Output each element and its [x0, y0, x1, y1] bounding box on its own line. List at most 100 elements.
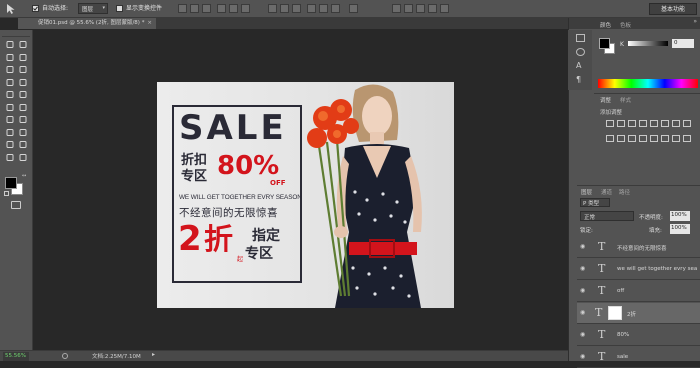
visibility-eye-icon[interactable]: ◉ [580, 265, 585, 272]
hue-sat-adjustment-icon[interactable] [661, 120, 669, 127]
visibility-eye-icon[interactable]: ◉ [580, 309, 585, 316]
distribute-top-icon[interactable] [268, 4, 277, 13]
healing-tool-icon[interactable] [5, 78, 15, 87]
swap-colors-icon[interactable]: ↔ [22, 173, 26, 179]
brightness-adjustment-icon[interactable] [606, 120, 614, 127]
align-top-icon[interactable] [178, 4, 187, 13]
auto-select-checkbox[interactable] [32, 5, 39, 12]
distribute-right-icon[interactable] [331, 4, 340, 13]
default-colors-icon[interactable] [4, 191, 9, 196]
threshold-adjustment-icon[interactable] [661, 135, 669, 142]
layer-mask-thumbnail[interactable] [608, 306, 622, 320]
black-white-adjustment-icon[interactable] [683, 120, 691, 127]
selective-color-adjustment-icon[interactable] [672, 135, 680, 142]
close-icon[interactable]: × [147, 18, 152, 29]
gradient-map-adjustment-icon[interactable] [683, 135, 691, 142]
posterize-adjustment-icon[interactable] [650, 135, 658, 142]
distribute-vcenter-icon[interactable] [280, 4, 289, 13]
eraser-tool-icon[interactable] [5, 103, 15, 112]
opacity-field[interactable]: 100% [670, 211, 690, 221]
status-menu-icon[interactable]: ▸ [152, 351, 155, 358]
align-right-icon[interactable] [241, 4, 250, 13]
eyedropper-tool-icon[interactable] [18, 65, 28, 74]
photo-filter-adjustment-icon[interactable] [606, 135, 614, 142]
layer-row[interactable]: ◉ T 80% [577, 325, 700, 346]
3d-roll-icon[interactable] [404, 4, 413, 13]
align-left-icon[interactable] [217, 4, 226, 13]
show-transform-checkbox[interactable] [116, 5, 123, 12]
paragraph-icon[interactable]: ¶ [576, 76, 581, 84]
document-canvas[interactable]: SALE 折扣 专区 80% OFF WE WILL GET TOGETHER … [157, 82, 454, 308]
type-tool-icon[interactable] [18, 128, 28, 137]
exposure-adjustment-icon[interactable] [639, 120, 647, 127]
visibility-eye-icon[interactable]: ◉ [580, 353, 585, 360]
lasso-tool-icon[interactable] [5, 53, 15, 62]
layer-row[interactable]: ◉ Tsale [577, 347, 700, 368]
document-tab[interactable]: 促销01.psd @ 55.6% (2折, 图层蒙版/8) * × [18, 18, 156, 29]
tab-channels[interactable]: 通道 [601, 188, 612, 196]
channel-mixer-adjustment-icon[interactable] [617, 135, 625, 142]
dodge-tool-icon[interactable] [18, 115, 28, 124]
k-slider[interactable] [628, 41, 668, 46]
visibility-eye-icon[interactable]: ◉ [580, 287, 585, 294]
3d-slide-icon[interactable] [428, 4, 437, 13]
rectangle-tool-icon[interactable] [18, 140, 28, 149]
character-icon[interactable]: A [576, 62, 581, 70]
quick-mask-icon[interactable] [11, 201, 21, 209]
tab-adjustments[interactable]: 调整 [600, 96, 611, 104]
color-lookup-adjustment-icon[interactable] [628, 135, 636, 142]
actions-icon[interactable] [576, 48, 585, 56]
3d-rotate-icon[interactable] [392, 4, 401, 13]
tab-swatches[interactable]: 色板 [620, 21, 631, 29]
align-hcenter-icon[interactable] [229, 4, 238, 13]
blur-tool-icon[interactable] [5, 115, 15, 124]
levels-adjustment-icon[interactable] [617, 120, 625, 127]
path-select-tool-icon[interactable] [5, 140, 15, 149]
color-balance-adjustment-icon[interactable] [672, 120, 680, 127]
layer-row[interactable]: ◉ Twe will get together evry sea... [577, 259, 700, 280]
crop-tool-icon[interactable] [5, 65, 15, 74]
brush-tool-icon[interactable] [18, 78, 28, 87]
curves-adjustment-icon[interactable] [628, 120, 636, 127]
move-tool-preset-icon[interactable] [4, 3, 18, 15]
invert-adjustment-icon[interactable] [639, 135, 647, 142]
quick-select-tool-icon[interactable] [18, 53, 28, 62]
tab-color[interactable]: 颜色 [600, 21, 611, 29]
hand-tool-icon[interactable] [5, 153, 15, 162]
foreground-color-swatch[interactable] [5, 177, 17, 189]
color-fg-swatch[interactable] [599, 38, 610, 49]
visibility-eye-icon[interactable]: ◉ [580, 331, 585, 338]
gradient-tool-icon[interactable] [18, 103, 28, 112]
auto-select-dropdown[interactable]: 图层 ▾ [78, 3, 108, 14]
tab-layers[interactable]: 图层 [581, 188, 592, 196]
pen-tool-icon[interactable] [5, 128, 15, 137]
workspace-switcher[interactable]: 基本功能 [649, 3, 697, 15]
tab-paths[interactable]: 路径 [619, 188, 630, 196]
auto-align-icon[interactable] [349, 4, 358, 13]
distribute-left-icon[interactable] [307, 4, 316, 13]
zoom-tool-icon[interactable] [18, 153, 28, 162]
history-brush-tool-icon[interactable] [18, 90, 28, 99]
visibility-eye-icon[interactable]: ◉ [580, 243, 585, 250]
kind-filter-dropdown[interactable]: P 类型 [580, 198, 610, 207]
tab-styles[interactable]: 样式 [620, 96, 631, 104]
3d-scale-icon[interactable] [440, 4, 449, 13]
marquee-tool-icon[interactable] [18, 40, 28, 49]
fill-field[interactable]: 100% [670, 224, 690, 234]
color-spectrum[interactable] [598, 79, 698, 88]
layer-row[interactable]: ◉ T 不经意间的无限惊喜 [577, 237, 700, 258]
distribute-bottom-icon[interactable] [292, 4, 301, 13]
vibrance-adjustment-icon[interactable] [650, 120, 658, 127]
3d-pan-icon[interactable] [416, 4, 425, 13]
blend-mode-dropdown[interactable]: 正常 [580, 211, 634, 221]
clone-stamp-tool-icon[interactable] [5, 90, 15, 99]
align-vcenter-icon[interactable] [190, 4, 199, 13]
history-icon[interactable] [576, 34, 585, 42]
layer-row[interactable]: ◉ T 2折 [577, 303, 700, 324]
k-value-field[interactable]: 0 [672, 39, 694, 48]
distribute-hcenter-icon[interactable] [319, 4, 328, 13]
toolbar-collapse-icon[interactable] [2, 32, 30, 37]
align-bottom-icon[interactable] [202, 4, 211, 13]
zoom-field[interactable]: 55.56% [3, 352, 29, 361]
move-tool-icon[interactable] [5, 40, 15, 49]
